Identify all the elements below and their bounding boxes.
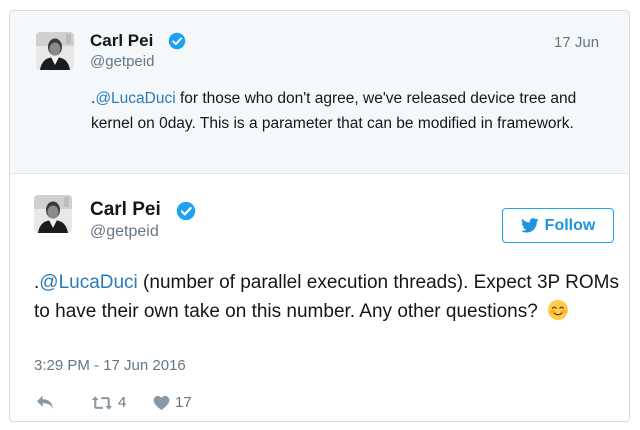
display-name[interactable]: Carl Pei (90, 199, 161, 221)
avatar[interactable] (34, 195, 72, 233)
retweet-icon (91, 395, 113, 410)
follow-button[interactable]: Follow (502, 208, 614, 243)
username[interactable]: @getpeid (90, 53, 154, 70)
mention-link[interactable]: @LucaDuci (95, 90, 175, 107)
display-name[interactable]: Carl Pei (90, 31, 153, 51)
smiling-face-emoji-icon (548, 299, 569, 321)
mention-link[interactable]: @LucaDuci (39, 272, 138, 293)
avatar-image (36, 32, 74, 70)
retweet-button[interactable]: 4 (91, 394, 126, 411)
tweet-text: .@LucaDuci (number of parallel execution… (34, 268, 619, 326)
like-count: 17 (175, 394, 192, 411)
heart-icon (153, 395, 170, 410)
avatar[interactable] (36, 32, 74, 70)
tweet-timestamp[interactable]: 3:29 PM - 17 Jun 2016 (34, 357, 186, 374)
like-button[interactable]: 17 (153, 394, 192, 411)
bird-icon (520, 218, 539, 233)
avatar-image (34, 195, 72, 233)
reply-button[interactable] (35, 394, 55, 410)
username[interactable]: @getpeid (90, 223, 159, 241)
verified-badge-icon (168, 32, 186, 50)
tweet-text: .@LucaDuci for those who don't agree, we… (91, 86, 611, 136)
retweet-count: 4 (118, 394, 127, 411)
tweet-date[interactable]: 17 Jun (554, 34, 599, 51)
parent-tweet[interactable]: Carl Pei @getpeid 17 Jun .@LucaDuci for … (10, 11, 629, 174)
tweet-embed-card: Carl Pei @getpeid 17 Jun .@LucaDuci for … (9, 10, 630, 422)
verified-badge-icon (176, 201, 196, 221)
follow-label: Follow (544, 216, 596, 234)
reply-icon (37, 395, 53, 409)
